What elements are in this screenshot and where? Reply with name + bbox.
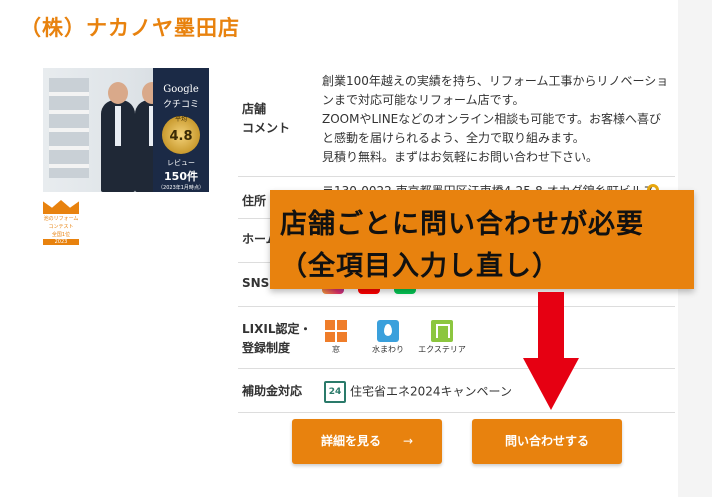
shop-photo: Google クチコミ 平均 4.8 レビュー 150件 （2023年1月時点） — [43, 68, 209, 192]
crown-icon — [43, 200, 79, 214]
badge-google-label: Google — [163, 84, 199, 95]
subsidy-label: 補助金対応 — [242, 384, 303, 398]
contest-line3: 全国1位 — [51, 232, 71, 238]
rating-value: 4.8 — [169, 129, 193, 144]
annotation-callout: 店舗ごとに問い合わせが必要 （全項目入力し直し） — [270, 190, 694, 289]
row-subsidy: 補助金対応 24 住宅省エネ2024キャンペーン — [238, 368, 675, 413]
lixil-item-exterior: エクステリア — [418, 320, 466, 355]
detail-button-label: 詳細を見る — [320, 434, 381, 448]
subsidy-text: 住宅省エネ2024キャンペーン — [350, 384, 512, 399]
exterior-icon — [431, 320, 453, 342]
lixil-label: LIXIL認定・ 登録制度 — [242, 322, 312, 355]
review-count: 150件 — [164, 170, 198, 183]
comment-text: 創業100年越えの実績を持ち、リフォーム工事からリノベーションまで対応可能なリフ… — [322, 74, 669, 164]
inquiry-button[interactable]: 問い合わせする — [472, 419, 622, 464]
shop-title: （株）ナカノヤ墨田店 — [20, 16, 240, 40]
review-label: レビュー — [167, 159, 195, 167]
callout-line2: （全項目入力し直し） — [280, 251, 560, 282]
row-comment: 店舗 コメント 創業100年越えの実績を持ち、リフォーム工事からリノベーションま… — [238, 68, 675, 177]
arrow-right-icon: → — [402, 434, 414, 448]
lixil-item-label: エクステリア — [418, 345, 466, 354]
contest-award-badge: 池のリフォーム コンテスト 全国1位 2023 — [43, 200, 79, 245]
comment-label: 店舗 コメント — [242, 102, 291, 135]
callout-line1: 店舗ごとに問い合わせが必要 — [280, 209, 644, 240]
water-icon — [377, 320, 399, 342]
window-icon — [325, 320, 347, 342]
google-review-badge: Google クチコミ 平均 4.8 レビュー 150件 （2023年1月時点） — [153, 68, 209, 192]
sns-label: SNS — [242, 276, 270, 290]
address-label: 住所 — [242, 194, 267, 208]
inquiry-button-label: 問い合わせする — [504, 434, 589, 448]
lixil-item-water: 水まわり — [364, 320, 412, 355]
lixil-item-window: 窓 — [312, 320, 360, 355]
lixil-item-label: 窓 — [332, 345, 340, 354]
rating-average-label: 平均 — [174, 116, 187, 123]
staff-figure — [101, 82, 135, 192]
annotation-arrow-shaft — [538, 292, 564, 362]
contest-line2: コンテスト — [48, 224, 74, 230]
badge-kuchikomi-label: クチコミ — [162, 100, 199, 110]
contest-line1: 池のリフォーム — [43, 216, 79, 222]
row-lixil: LIXIL認定・ 登録制度 窓 水まわり エクステリア — [238, 306, 675, 369]
photo-shelf — [49, 78, 89, 178]
detail-button[interactable]: 詳細を見る → — [292, 419, 442, 464]
contest-year: 2023 — [43, 239, 79, 245]
eco-house-icon: 24 — [324, 381, 346, 403]
review-date-note: （2023年1月時点） — [158, 185, 204, 191]
lixil-item-label: 水まわり — [372, 345, 404, 354]
rating-medal: 平均 4.8 — [162, 116, 200, 154]
subsidy-value: 24 住宅省エネ2024キャンペーン — [324, 381, 512, 403]
